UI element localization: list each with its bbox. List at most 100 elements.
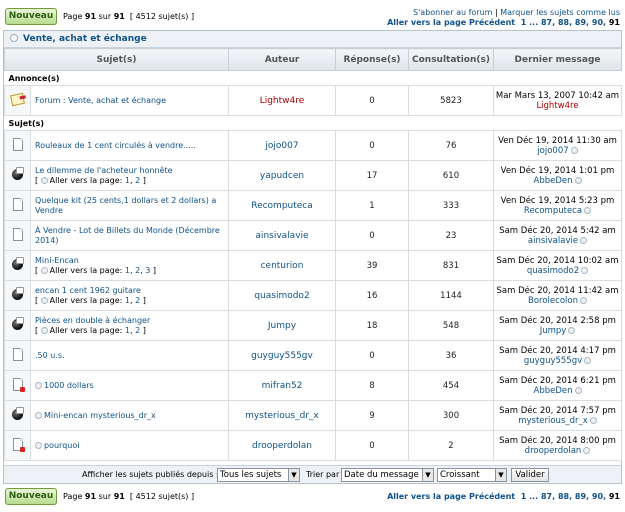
topic-title-link[interactable]: Le dilemme de l'acheteur honnête xyxy=(35,166,173,175)
view-latest-post-icon[interactable] xyxy=(589,416,597,424)
last-post: Ven Déc 19, 2014 5:23 pm Recomputeca xyxy=(493,190,622,221)
new-post-icon[interactable] xyxy=(35,411,42,419)
topic-replies: 16 xyxy=(335,280,409,311)
page-link[interactable]: 1 xyxy=(521,18,527,27)
topic-page-link[interactable]: 2 xyxy=(135,326,140,335)
topic-author[interactable]: quasimodo2 xyxy=(228,280,336,311)
hot-topic-icon xyxy=(12,287,24,300)
page-link[interactable]: 87, xyxy=(541,18,555,27)
last-post-author[interactable]: AbbeDen xyxy=(534,386,573,396)
topic-pages: [ Aller vers la page: 1, 2, 3 ] xyxy=(35,265,157,275)
topic-title-link[interactable]: Pièces en double à échanger xyxy=(35,316,150,325)
page-link[interactable]: 90, xyxy=(592,492,606,501)
view-latest-post-icon[interactable] xyxy=(580,236,588,244)
sort-select[interactable]: Date du message ▼ xyxy=(341,468,434,482)
view-latest-post-icon[interactable] xyxy=(579,296,587,304)
topic-views: 454 xyxy=(408,370,494,401)
last-post-author[interactable]: Borolecolon xyxy=(528,296,578,306)
topic-page-link[interactable]: 3 xyxy=(145,266,150,275)
topic-title-link[interactable]: 1000 dollars xyxy=(44,381,94,390)
col-author[interactable]: Auteur xyxy=(228,48,336,71)
topic-title-link[interactable]: pourquoi xyxy=(44,441,79,450)
page-link[interactable]: 89, xyxy=(575,18,589,27)
view-latest-post-icon[interactable] xyxy=(584,206,592,214)
view-latest-post-icon[interactable] xyxy=(568,326,576,334)
prev-page-link[interactable]: Précédent xyxy=(469,492,515,501)
new-post-icon[interactable] xyxy=(35,441,42,449)
new-topic-button[interactable]: Nouveau xyxy=(5,488,57,505)
topic-page-link[interactable]: 2 xyxy=(135,296,140,305)
since-select[interactable]: Tous les sujets ▼ xyxy=(217,468,300,482)
topic-views: 23 xyxy=(408,220,494,251)
last-post-author[interactable]: Recomputeca xyxy=(524,206,582,216)
topic-page-link[interactable]: 1 xyxy=(125,326,130,335)
order-select[interactable]: Croissant ▼ xyxy=(437,468,507,482)
view-latest-post-icon[interactable] xyxy=(584,356,592,364)
last-post-author[interactable]: Jumpy xyxy=(540,326,567,336)
new-post-icon[interactable] xyxy=(35,381,42,389)
page-link[interactable]: 89, xyxy=(575,492,589,501)
col-topics[interactable]: Sujet(s) xyxy=(4,48,229,71)
topic-pages: [ Aller vers la page: 1, 2 ] xyxy=(35,325,146,335)
col-views[interactable]: Consultation(s) xyxy=(408,48,494,71)
forum-title-link[interactable]: Vente, achat et échange xyxy=(23,34,147,44)
view-latest-post-icon[interactable] xyxy=(574,386,582,394)
topic-author[interactable]: drooperdolan xyxy=(228,430,336,461)
page-link[interactable]: 90, xyxy=(592,18,606,27)
topic-page-link[interactable]: 1 xyxy=(125,266,130,275)
view-latest-post-icon[interactable] xyxy=(574,176,582,184)
topic-author[interactable]: mysterious_dr_x xyxy=(228,400,336,431)
topic-page-link[interactable]: 1 xyxy=(125,176,130,185)
topic-title-link[interactable]: Mini-encan mysterious_dr_x xyxy=(44,411,156,420)
topic-author[interactable]: ainsivalavie xyxy=(228,220,336,251)
topic-author[interactable]: Jumpy xyxy=(228,310,336,341)
topic-author[interactable]: mifran52 xyxy=(228,370,336,401)
view-latest-post-icon[interactable] xyxy=(583,446,591,454)
last-post-author[interactable]: ainsivalavie xyxy=(528,236,578,246)
new-topic-button[interactable]: Nouveau xyxy=(5,8,57,25)
topic-title-link[interactable]: Forum : Vente, achat et échange xyxy=(35,96,166,105)
topic-page-link[interactable]: 2 xyxy=(135,176,140,185)
last-post-author[interactable]: quasimodo2 xyxy=(527,266,579,276)
mark-read-link[interactable]: Marquer les sujets comme lus xyxy=(500,8,620,17)
topic-title-link[interactable]: Rouleaux de 1 cent circulés à vendre....… xyxy=(35,141,196,150)
topic-replies: 8 xyxy=(335,370,409,401)
submit-button[interactable]: Valider xyxy=(511,468,549,482)
topic-replies: 39 xyxy=(335,250,409,281)
topic-title-link[interactable]: À Vendre - Lot de Billets du Monde (Déce… xyxy=(35,226,220,245)
topic-author[interactable]: Lightw4re xyxy=(228,85,336,116)
announcement-icon xyxy=(9,92,26,107)
last-post-author[interactable]: AbbeDen xyxy=(534,176,573,186)
last-post-author[interactable]: drooperdolan xyxy=(525,446,582,456)
page-link[interactable]: 88, xyxy=(558,18,572,27)
topic-page-link[interactable]: 2 xyxy=(135,266,140,275)
topic-author[interactable]: jojo007 xyxy=(228,130,336,161)
last-post-author[interactable]: jojo007 xyxy=(537,146,568,156)
topic-row: Mini-encan mysterious_dr_x mysterious_dr_… xyxy=(4,400,622,431)
new-topic-icon xyxy=(12,378,25,392)
last-post-author[interactable]: mysterious_dr_x xyxy=(518,416,588,426)
subscribe-link[interactable]: S'abonner au forum xyxy=(413,8,492,17)
topic-author[interactable]: yapudcen xyxy=(228,160,336,191)
topic-author[interactable]: guyguy555gv xyxy=(228,340,336,371)
topic-title-link[interactable]: Mini-Encan xyxy=(35,256,79,265)
col-last-post[interactable]: Dernier message xyxy=(493,48,622,71)
view-latest-post-icon[interactable] xyxy=(570,146,578,154)
topic-author[interactable]: Recomputeca xyxy=(228,190,336,221)
topic-author[interactable]: centurion xyxy=(228,250,336,281)
last-post-author[interactable]: guyguy555gv xyxy=(524,356,582,366)
last-post-author[interactable]: Lightw4re xyxy=(536,101,578,111)
topics-section-label: Sujet(s) xyxy=(4,115,622,131)
topic-title-link[interactable]: .50 u.s. xyxy=(35,351,65,360)
topic-page-link[interactable]: 1 xyxy=(125,296,130,305)
topic-title-link[interactable]: Quelque kit (25 cents,1 dollars et 2 dol… xyxy=(35,196,216,215)
topic-pages: [ Aller vers la page: 1, 2 ] xyxy=(35,295,146,305)
topic-replies: 0 xyxy=(335,220,409,251)
page-link[interactable]: 87, xyxy=(541,492,555,501)
view-latest-post-icon[interactable] xyxy=(581,266,589,274)
topic-title-link[interactable]: encan 1 cent 1962 guitare xyxy=(35,286,141,295)
prev-page-link[interactable]: Précédent xyxy=(469,18,515,27)
page-link[interactable]: 88, xyxy=(558,492,572,501)
col-replies[interactable]: Réponse(s) xyxy=(335,48,409,71)
page-link[interactable]: 1 xyxy=(521,492,527,501)
